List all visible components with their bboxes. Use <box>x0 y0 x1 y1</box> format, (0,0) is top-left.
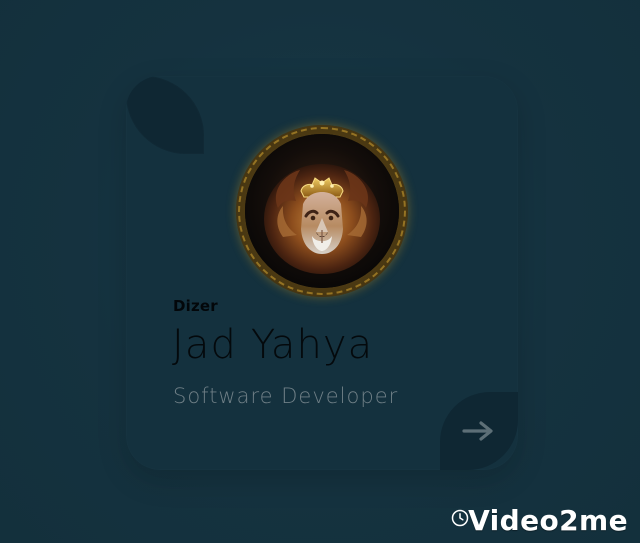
profile-name: Jad Yahya <box>172 322 374 368</box>
clock-icon <box>451 509 469 527</box>
avatar <box>245 134 399 288</box>
watermark: Video2me <box>451 501 628 539</box>
watermark-text: Video2me <box>468 503 628 537</box>
stage: Dizer Jad Yahya Software Developer Video… <box>0 0 640 543</box>
profile-role: Software Developer <box>173 384 399 408</box>
avatar-frame <box>236 125 408 297</box>
top-left-leaf-shape <box>126 76 204 154</box>
profile-tag: Dizer <box>173 297 218 315</box>
lion-crown-icon <box>245 134 399 288</box>
arrow-right-icon <box>462 421 493 441</box>
next-button[interactable] <box>440 392 518 470</box>
